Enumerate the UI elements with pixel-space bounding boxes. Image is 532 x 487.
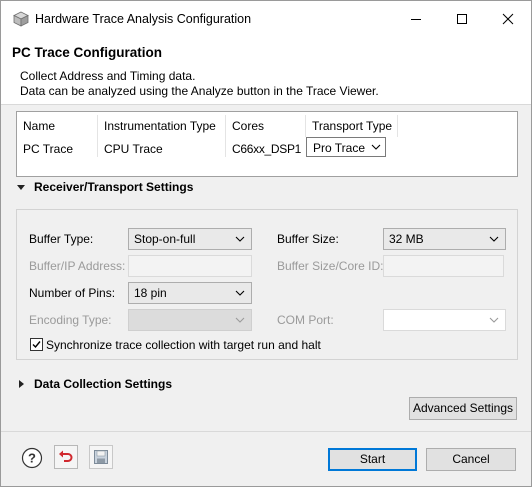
- chevron-down-icon: [235, 236, 245, 242]
- cancel-button[interactable]: Cancel: [426, 448, 516, 471]
- number-of-pins-label: Number of Pins:: [29, 286, 116, 300]
- collapsed-triangle-icon: [19, 380, 24, 388]
- sync-trace-label[interactable]: Synchronize trace collection with target…: [46, 337, 321, 353]
- column-header-transport-type[interactable]: Transport Type: [306, 116, 392, 136]
- cell-name: PC Trace: [23, 142, 74, 156]
- app-cube-icon: [13, 11, 29, 27]
- buffer-ip-address-field[interactable]: [128, 255, 252, 277]
- dialog-button-bar: ? Start Cancel: [1, 431, 531, 486]
- cell-cores: C66xx_DSP1: [232, 142, 302, 156]
- com-port-label: COM Port:: [277, 313, 334, 327]
- chevron-down-icon: [235, 290, 245, 296]
- minimize-icon: [411, 19, 421, 20]
- column-header-instrumentation-type[interactable]: Instrumentation Type: [98, 116, 216, 136]
- advanced-settings-button[interactable]: Advanced Settings: [409, 397, 517, 420]
- svg-text:?: ?: [28, 451, 36, 466]
- buffer-type-select[interactable]: Stop-on-full: [128, 228, 252, 250]
- restore-defaults-icon: [59, 450, 73, 462]
- buffer-ip-address-label: Buffer/IP Address:: [29, 259, 126, 273]
- help-button[interactable]: ?: [19, 445, 45, 471]
- page-description: Collect Address and Timing data. Data ca…: [20, 69, 379, 99]
- column-header-cores[interactable]: Cores: [226, 116, 264, 136]
- checkmark-icon: [32, 341, 41, 349]
- maximize-icon: [457, 14, 467, 24]
- description-line-1: Collect Address and Timing data.: [20, 69, 196, 83]
- buffer-type-value: Stop-on-full: [134, 232, 196, 246]
- sync-trace-checkbox[interactable]: [30, 338, 43, 351]
- receiver-settings-panel: Buffer Type: Stop-on-full Buffer Size: 3…: [16, 209, 518, 360]
- maximize-button[interactable]: [439, 1, 485, 37]
- column-header-name[interactable]: Name: [17, 116, 55, 136]
- receiver-section-toggle[interactable]: Receiver/Transport Settings: [16, 178, 193, 196]
- restore-defaults-button[interactable]: [54, 445, 78, 469]
- description-line-2: Data can be analyzed using the Analyze b…: [20, 84, 379, 98]
- chevron-down-icon: [489, 317, 499, 323]
- chevron-down-icon: [235, 317, 245, 323]
- buffer-size-core-id-field[interactable]: [383, 255, 504, 277]
- trace-config-table: Name Instrumentation Type Cores Transpor…: [16, 111, 518, 177]
- data-collection-section-toggle[interactable]: Data Collection Settings: [16, 375, 172, 393]
- buffer-size-select[interactable]: 32 MB: [383, 228, 506, 250]
- dialog-content: Name Instrumentation Type Cores Transpor…: [1, 105, 531, 486]
- save-button[interactable]: [89, 445, 113, 469]
- help-icon: ?: [21, 447, 43, 469]
- table-header: Name Instrumentation Type Cores Transpor…: [17, 112, 517, 138]
- dialog-header: PC Trace Configuration Collect Address a…: [1, 37, 531, 105]
- save-icon: [94, 450, 108, 464]
- buffer-size-value: 32 MB: [389, 232, 424, 246]
- number-of-pins-value: 18 pin: [134, 286, 167, 300]
- cell-instrumentation-type: CPU Trace: [104, 142, 163, 156]
- start-button[interactable]: Start: [328, 448, 417, 471]
- data-collection-section-title: Data Collection Settings: [34, 377, 173, 391]
- encoding-type-select[interactable]: [128, 309, 252, 331]
- buffer-type-label: Buffer Type:: [29, 232, 94, 246]
- page-title: PC Trace Configuration: [12, 45, 163, 60]
- minimize-button[interactable]: [393, 1, 439, 37]
- number-of-pins-select[interactable]: 18 pin: [128, 282, 252, 304]
- chevron-down-icon: [489, 236, 499, 242]
- buffer-size-label: Buffer Size:: [277, 232, 339, 246]
- close-button[interactable]: [485, 1, 531, 37]
- title-bar[interactable]: Hardware Trace Analysis Configuration: [1, 1, 531, 37]
- receiver-section-title: Receiver/Transport Settings: [34, 180, 194, 194]
- expanded-triangle-icon: [17, 185, 25, 190]
- dialog-window: Hardware Trace Analysis Configuration PC…: [0, 0, 532, 487]
- window-title: Hardware Trace Analysis Configuration: [35, 12, 252, 26]
- buffer-size-core-id-label: Buffer Size/Core ID:: [277, 259, 384, 273]
- chevron-down-icon: [371, 144, 381, 150]
- close-icon: [502, 13, 514, 25]
- encoding-type-label: Encoding Type:: [29, 313, 112, 327]
- transport-type-value: Pro Trace: [313, 141, 366, 155]
- transport-type-select[interactable]: Pro Trace: [306, 137, 386, 157]
- com-port-select[interactable]: [383, 309, 506, 331]
